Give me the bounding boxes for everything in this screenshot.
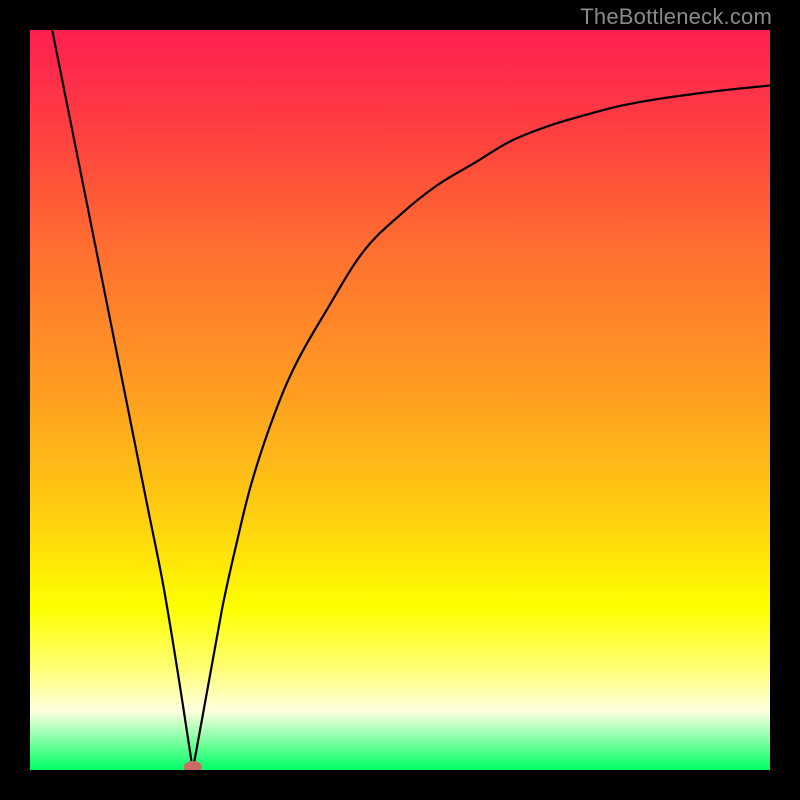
optimum-marker: [184, 761, 202, 770]
attribution-label: TheBottleneck.com: [580, 4, 772, 30]
chart-frame: TheBottleneck.com: [0, 0, 800, 800]
chart-svg: [30, 30, 770, 770]
plot-area: [30, 30, 770, 770]
bottleneck-curve: [52, 30, 770, 770]
